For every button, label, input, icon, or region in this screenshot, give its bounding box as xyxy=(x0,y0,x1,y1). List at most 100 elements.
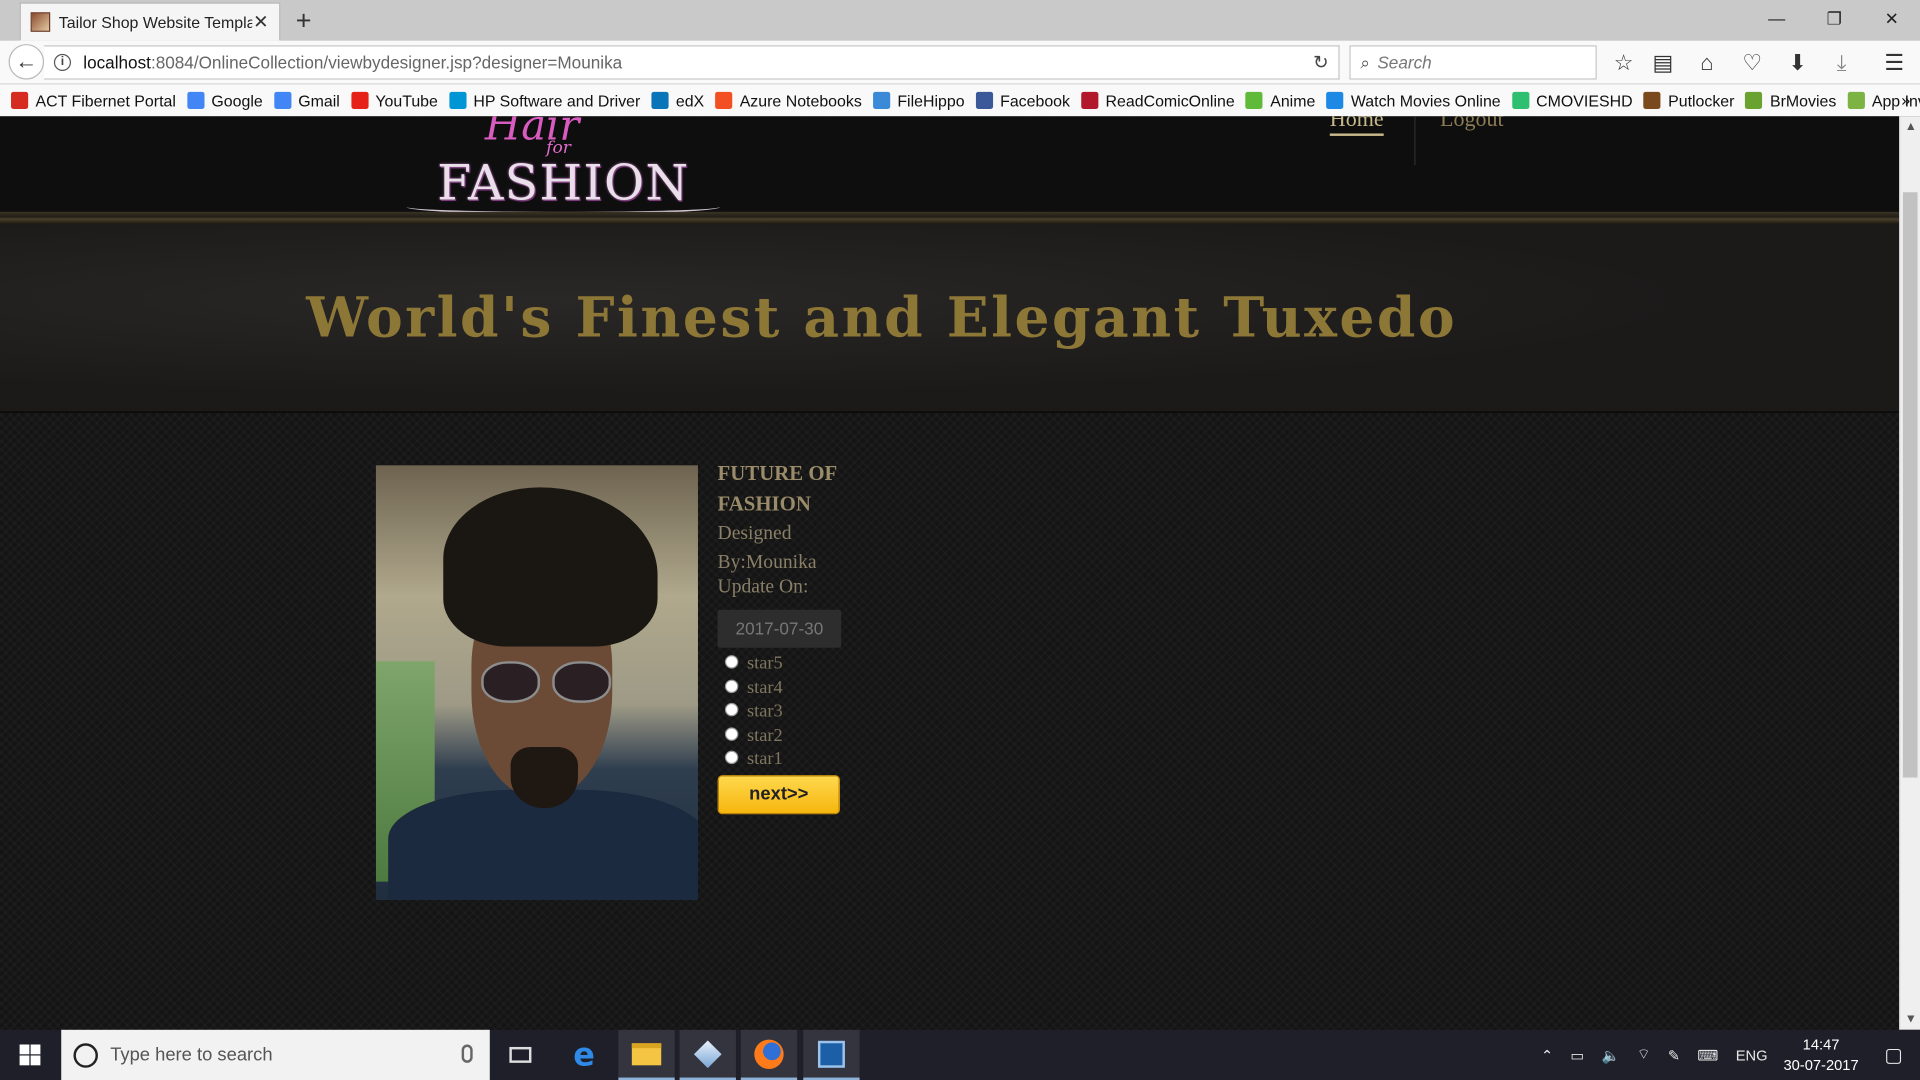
bookmark-favicon-icon xyxy=(186,91,205,109)
address-bar[interactable]: i localhost :8084/OnlineCollection/viewb… xyxy=(44,45,1340,80)
windows-taskbar: Type here to search e ⌃ ▭ 🔈 ⌔ ✎ ⌨ ENG 14… xyxy=(0,1029,1920,1080)
bookmark-star-icon[interactable]: ☆ xyxy=(1610,50,1637,76)
wifi-icon[interactable]: ⌔ xyxy=(1637,1046,1651,1064)
rating-radio[interactable] xyxy=(724,703,739,717)
restore-icon[interactable]: ❐ xyxy=(1816,4,1853,33)
designed-label: Designed xyxy=(717,522,792,544)
rating-radio[interactable] xyxy=(724,727,739,741)
rating-option[interactable]: star5 xyxy=(718,653,902,677)
edge-browser-icon[interactable]: e xyxy=(556,1030,612,1080)
bookmark-item[interactable]: Watch Movies Online xyxy=(1326,91,1501,110)
hero-banner: World's Finest and Elegant Tuxedo xyxy=(0,224,1900,413)
download-arrow-icon[interactable]: ⬇ xyxy=(1784,50,1811,76)
bookmark-favicon-icon xyxy=(715,91,733,109)
pocket-icon[interactable]: ♡ xyxy=(1739,50,1766,76)
home-icon[interactable]: ⌂ xyxy=(1693,50,1720,76)
bookmark-item[interactable]: BrMovies xyxy=(1745,91,1837,110)
close-icon[interactable]: ✕ xyxy=(252,11,269,33)
rating-option[interactable]: star2 xyxy=(718,724,902,748)
task-view-icon[interactable] xyxy=(492,1030,548,1080)
netbeans-icon[interactable] xyxy=(803,1029,860,1080)
volume-icon[interactable]: 🔈 xyxy=(1601,1046,1619,1063)
bookmark-label: App Inventor xyxy=(1871,91,1920,110)
rating-option[interactable]: star1 xyxy=(718,748,902,772)
bookmark-favicon-icon xyxy=(1847,91,1865,109)
nav-home-link[interactable]: Home xyxy=(1329,116,1384,136)
bookmark-favicon-icon xyxy=(448,91,467,109)
url-host: localhost xyxy=(83,52,151,73)
bookmark-item[interactable]: Anime xyxy=(1245,91,1315,110)
browser-tab-bar: Tailor Shop Website Templa ✕ + — ❐ ✕ xyxy=(0,0,1920,41)
search-input[interactable]: ⌕ Search xyxy=(1349,45,1597,80)
downloads-icon[interactable]: ⤓ xyxy=(1828,50,1855,76)
reload-icon[interactable]: ↻ xyxy=(1313,51,1328,74)
bookmark-item[interactable]: ACT Fibernet Portal xyxy=(11,91,176,110)
cube-app-icon[interactable] xyxy=(679,1029,736,1080)
scroll-up-icon[interactable]: ▲ xyxy=(1900,116,1920,137)
next-button[interactable]: next>> xyxy=(717,774,841,814)
language-indicator[interactable]: ENG xyxy=(1736,1046,1768,1063)
back-arrow-icon[interactable]: ← xyxy=(8,44,45,80)
rating-radio[interactable] xyxy=(724,679,739,693)
rating-label: star5 xyxy=(746,654,783,674)
product-title: FUTURE OF FASHION xyxy=(717,461,837,516)
info-icon[interactable]: i xyxy=(53,53,72,72)
rating-option[interactable]: star3 xyxy=(718,700,902,724)
show-hidden-icons-icon[interactable]: ⌃ xyxy=(1541,1046,1553,1063)
bookmark-item[interactable]: Azure Notebooks xyxy=(715,91,862,110)
scroll-down-icon[interactable]: ▼ xyxy=(1900,1009,1920,1030)
hero-title: World's Finest and Elegant Tuxedo xyxy=(306,285,1458,351)
search-placeholder: Search xyxy=(1377,52,1432,73)
bookmarks-overflow-icon[interactable]: » xyxy=(1901,91,1910,109)
site-logo[interactable]: Hair for FASHION xyxy=(399,116,725,224)
bookmark-item[interactable]: edX xyxy=(651,91,704,110)
start-button[interactable] xyxy=(0,1030,59,1080)
file-explorer-icon[interactable] xyxy=(618,1029,675,1080)
bookmark-item[interactable]: ReadComicOnline xyxy=(1081,91,1235,110)
bookmark-item[interactable]: CMOVIESHD xyxy=(1511,91,1633,110)
firefox-icon[interactable] xyxy=(740,1029,798,1080)
bookmark-item[interactable]: Putlocker xyxy=(1643,91,1734,110)
rating-option[interactable]: star4 xyxy=(718,677,902,701)
scroll-thumb[interactable] xyxy=(1902,192,1918,778)
microphone-icon[interactable] xyxy=(461,1044,473,1063)
new-tab-plus-icon[interactable]: + xyxy=(291,5,315,37)
bookmark-label: Watch Movies Online xyxy=(1350,91,1501,110)
menu-hamburger-icon[interactable]: ☰ xyxy=(1881,50,1908,76)
web-page: Hair for FASHION Home Logout World's Fin… xyxy=(0,116,1900,1030)
bookmark-favicon-icon xyxy=(273,91,291,109)
clock[interactable]: 14:47 30-07-2017 xyxy=(1783,1034,1858,1076)
bookmark-item[interactable]: YouTube xyxy=(350,91,438,110)
pen-icon[interactable]: ✎ xyxy=(1668,1046,1680,1063)
rating-radio-group: star5 star4 star3 star2 star1 xyxy=(718,653,902,772)
windows-logo-icon xyxy=(18,1044,40,1066)
keyboard-icon[interactable]: ⌨ xyxy=(1697,1046,1718,1063)
window-close-icon[interactable]: ✕ xyxy=(1873,4,1910,33)
minimize-icon[interactable]: — xyxy=(1758,4,1795,33)
bookmark-label: Google xyxy=(211,91,263,110)
screen: Tailor Shop Website Templa ✕ + — ❐ ✕ ← i… xyxy=(0,0,1920,1080)
photo-hair xyxy=(443,487,658,647)
bookmark-item[interactable]: HP Software and Driver xyxy=(448,91,640,110)
bookmark-label: CMOVIESHD xyxy=(1536,91,1633,110)
reading-list-icon[interactable]: ▤ xyxy=(1649,50,1676,76)
bookmark-item[interactable]: Facebook xyxy=(975,91,1070,110)
rating-radio[interactable] xyxy=(724,750,739,765)
taskbar-search-placeholder: Type here to search xyxy=(110,1044,273,1066)
action-center-icon[interactable]: ▢ xyxy=(1884,1043,1903,1067)
battery-icon[interactable]: ▭ xyxy=(1570,1046,1584,1063)
update-date-field: 2017-07-30 xyxy=(717,609,842,648)
bookmark-label: BrMovies xyxy=(1769,91,1837,110)
rating-label: star3 xyxy=(746,701,783,722)
browser-tab[interactable]: Tailor Shop Website Templa ✕ xyxy=(19,2,281,41)
taskbar-search-input[interactable]: Type here to search xyxy=(61,1029,490,1080)
search-icon: ⌕ xyxy=(1360,52,1371,72)
page-scrollbar[interactable]: ▲ ▼ xyxy=(1899,116,1920,1030)
nav-logout-link[interactable]: Logout xyxy=(1440,116,1504,132)
bookmark-label: Azure Notebooks xyxy=(739,91,862,110)
bookmark-item[interactable]: FileHippo xyxy=(872,91,965,110)
rating-label: star2 xyxy=(746,725,783,746)
bookmark-item[interactable]: Google xyxy=(186,91,263,110)
rating-radio[interactable] xyxy=(724,655,739,669)
bookmark-item[interactable]: Gmail xyxy=(273,91,340,110)
